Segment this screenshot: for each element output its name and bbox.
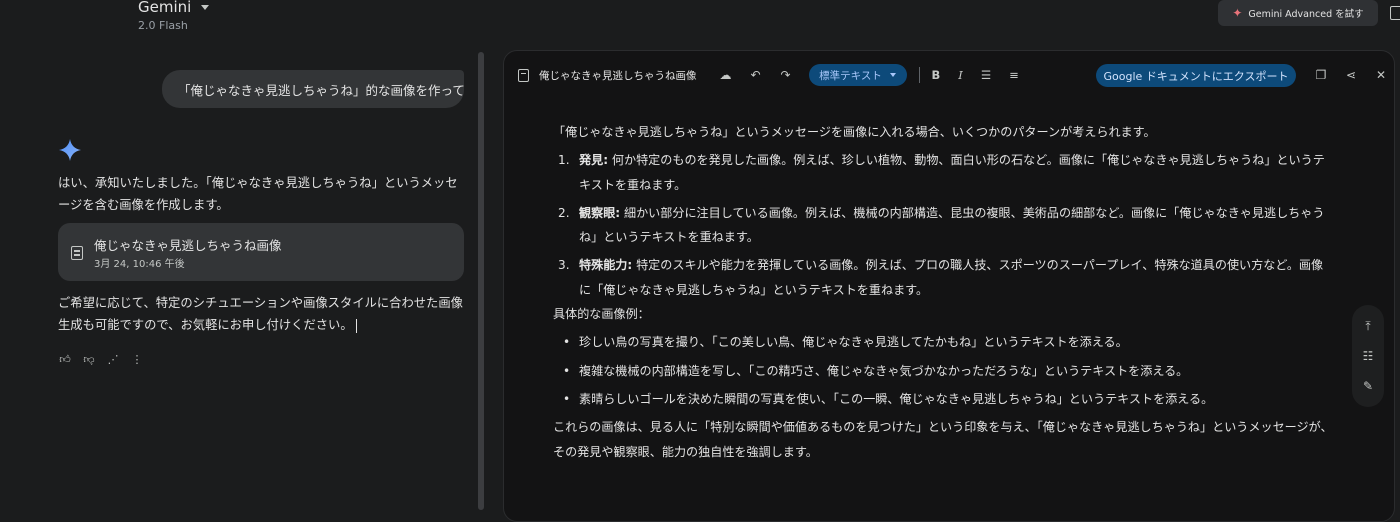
bulleted-list: 珍しい鳥の写真を撮り、「この美しい鳥、俺じゃなきゃ見逃してたかもね」というテキス… <box>553 330 1333 411</box>
text-style-dropdown[interactable]: 標準テキスト <box>808 64 907 86</box>
expand-icon[interactable]: ⤒ <box>1365 319 1370 334</box>
chevron-down-icon <box>201 4 210 10</box>
user-message: 「俺じゃなきゃ見逃しちゃうね」的な画像を作って <box>162 70 464 108</box>
copy-icon[interactable]: ❐ <box>1310 64 1332 86</box>
assistant-reply-outro: ご希望に応じて、特定のシチュエーションや画像スタイルに合わせた画像生成も可能です… <box>58 292 468 336</box>
numbered-list: 1. 発見: 何か特定のものを発見した画像。例えば、珍しい植物、動物、面白い形の石… <box>553 148 1333 302</box>
examples-heading: 具体的な画像例： <box>553 307 650 322</box>
adjust-length-icon[interactable]: ☷ <box>1363 349 1374 363</box>
document-toolbar: 俺じゃなきゃ見逃しちゃうね画像 ☁ ↶ ↷ 標準テキスト B I ☰ ≡ Goo… <box>518 62 1388 88</box>
bulleted-list-icon[interactable]: ☰ <box>981 68 991 82</box>
italic-icon[interactable]: I <box>958 68 963 82</box>
thumbs-up-icon[interactable]: 👍︎ <box>58 352 72 366</box>
app-title: Gemini <box>138 0 192 16</box>
list-number: 1. <box>558 153 570 168</box>
list-item-label: 観察眼: <box>579 205 621 220</box>
toolbar-divider <box>918 67 920 83</box>
undo-icon[interactable]: ↶ <box>745 64 767 86</box>
more-options-icon[interactable]: ⋮ <box>130 352 144 366</box>
try-advanced-label: Gemini Advanced を試す <box>1248 9 1364 20</box>
bold-icon[interactable]: B <box>932 68 941 82</box>
list-number: 2. <box>558 205 570 220</box>
list-item-label: 発見: <box>579 153 609 168</box>
list-item: 素晴らしいゴールを決めた瞬間の写真を使い、「この一瞬、俺じゃなきゃ見逃しちゃうね… <box>553 387 1333 412</box>
assistant-reply-outro-text: ご希望に応じて、特定のシチュエーションや画像スタイルに合わせた画像生成も可能です… <box>58 296 463 332</box>
doc-card[interactable]: 俺じゃなきゃ見逃しちゃうね画像 3月 24, 10:46 午後 <box>58 223 464 281</box>
doc-intro: 「俺じゃなきゃ見逃しちゃうね」というメッセージを画像に入れる場合、いくつかのパタ… <box>553 125 1156 139</box>
model-name: 2.0 Flash <box>138 19 188 32</box>
thumbs-down-icon[interactable]: 👎︎ <box>82 352 96 366</box>
document-body: 「俺じゃなきゃ見逃しちゃうね」というメッセージを画像に入れる場合、いくつかのパタ… <box>553 120 1333 464</box>
side-tools: ⤒ ☷ ✎ <box>1352 305 1384 407</box>
doc-conclusion: これらの画像は、見る人に「特別な瞬間や価値あるものを見つけた」という印象を与え、… <box>553 420 1333 459</box>
gemini-sparkle-icon <box>59 139 81 161</box>
list-item: 複雑な機械の内部構造を写し、「この精巧さ、俺じゃなきゃ気づかなかっただろうな」と… <box>553 359 1333 384</box>
chevron-down-icon <box>889 73 896 77</box>
list-item: 3. 特殊能力: 特定のスキルや能力を発揮している画像。例えば、プロの職人技、スポ… <box>553 253 1333 302</box>
copy-icon[interactable] <box>1390 6 1400 20</box>
numbered-list-icon[interactable]: ≡ <box>1009 68 1019 82</box>
sparkle-icon: ✦ <box>1232 6 1243 20</box>
export-label: Google ドキュメントにエクスポート <box>1103 69 1289 83</box>
list-item-text: 細かい部分に注目している画像。例えば、機械の内部構造、昆虫の複眼、美術品の細部な… <box>579 205 1325 245</box>
try-advanced-button[interactable]: ✦ Gemini Advanced を試す <box>1218 0 1378 26</box>
list-item-label: 特殊能力: <box>579 258 633 273</box>
list-item: 2. 観察眼: 細かい部分に注目している画像。例えば、機械の内部構造、昆虫の複眼、… <box>553 201 1333 250</box>
close-icon[interactable]: ✕ <box>1370 64 1392 86</box>
export-to-docs-button[interactable]: Google ドキュメントにエクスポート <box>1096 64 1296 87</box>
document-title: 俺じゃなきゃ見逃しちゃうね画像 <box>539 69 697 82</box>
list-item: 珍しい鳥の写真を撮り、「この美しい鳥、俺じゃなきゃ見逃してたかもね」というテキス… <box>553 330 1333 355</box>
assistant-reply-intro: はい、承知いたしました。「俺じゃなきゃ見逃しちゃうね」というメッセージを含む画像… <box>58 176 458 212</box>
panel-resize-handle[interactable] <box>478 52 484 510</box>
doc-card-title: 俺じゃなきゃ見逃しちゃうね画像 <box>94 238 282 253</box>
model-switcher[interactable]: Gemini <box>138 0 210 16</box>
list-number: 3. <box>558 258 570 273</box>
share-icon[interactable]: ⋰ <box>106 352 120 366</box>
edit-suggest-icon[interactable]: ✎ <box>1363 379 1373 393</box>
share-icon[interactable]: ⋖ <box>1340 64 1362 86</box>
list-item-text: 何か特定のものを発見した画像。例えば、珍しい植物、動物、面白い形の石など。画像に… <box>579 153 1325 192</box>
redo-icon[interactable]: ↷ <box>775 64 797 86</box>
doc-card-date: 3月 24, 10:46 午後 <box>94 259 185 270</box>
document-icon <box>71 246 83 260</box>
text-cursor <box>355 318 357 333</box>
response-actions: 👍︎ 👎︎ ⋰ ⋮ <box>58 352 144 366</box>
cloud-save-icon[interactable]: ☁ <box>715 64 737 86</box>
document-icon <box>518 68 529 82</box>
list-item-text: 特定のスキルや能力を発揮している画像。例えば、プロの職人技、スポーツのスーパープ… <box>579 258 1324 297</box>
user-message-text: 「俺じゃなきゃ見逃しちゃうね」的な画像を作って <box>178 82 464 98</box>
text-style-label: 標準テキスト <box>819 69 882 82</box>
list-item: 1. 発見: 何か特定のものを発見した画像。例えば、珍しい植物、動物、面白い形の石… <box>553 148 1333 197</box>
